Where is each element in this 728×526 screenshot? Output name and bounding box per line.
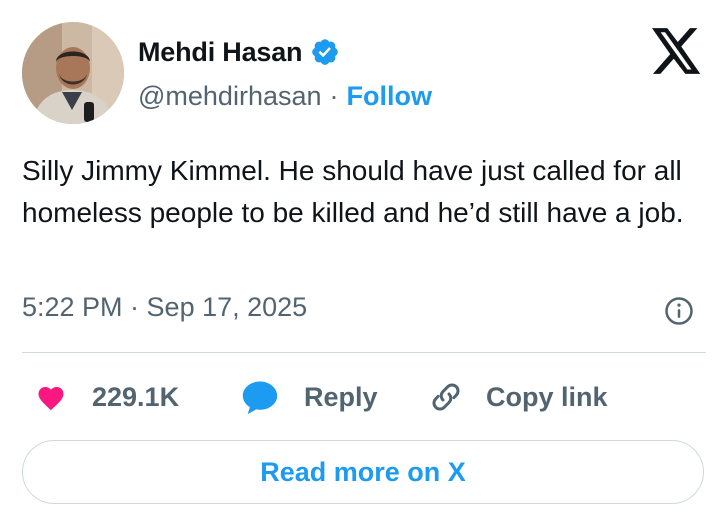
link-icon — [432, 383, 460, 411]
tweet-text: Silly Jimmy Kimmel. He should have just … — [22, 155, 684, 228]
heart-icon — [38, 387, 64, 411]
follow-button[interactable]: Follow — [347, 81, 432, 112]
avatar-photo — [22, 22, 124, 124]
reply-label: Reply — [304, 381, 378, 412]
action-bar: 229.1K Reply Copy link — [22, 372, 712, 422]
x-logo-icon[interactable] — [652, 28, 702, 74]
copy-link-label: Copy link — [486, 381, 608, 412]
divider — [22, 352, 706, 353]
info-icon[interactable] — [664, 296, 694, 326]
verified-badge-icon — [312, 39, 339, 65]
tweet-embed-card: Mehdi Hasan @mehdirhasan · Follow Silly … — [0, 0, 728, 526]
author-display-name[interactable]: Mehdi Hasan — [138, 37, 303, 68]
reply-button[interactable]: Reply — [240, 372, 378, 422]
speech-bubble-icon — [242, 381, 278, 415]
like-count: 229.1K — [92, 381, 180, 412]
read-more-button[interactable]: Read more on X — [22, 440, 704, 504]
read-more-label: Read more on X — [260, 456, 466, 487]
like-button[interactable]: 229.1K — [36, 372, 179, 422]
copy-link-button[interactable]: Copy link — [428, 372, 608, 422]
avatar[interactable] — [22, 22, 124, 124]
author-handle-row: @mehdirhasan · Follow — [138, 78, 432, 114]
author-handle[interactable]: @mehdirhasan — [138, 81, 322, 112]
tweet-timestamp[interactable]: 5:22 PM · Sep 17, 2025 — [22, 292, 307, 323]
separator-dot: · — [329, 80, 339, 111]
author-name-row: Mehdi Hasan — [138, 32, 340, 72]
